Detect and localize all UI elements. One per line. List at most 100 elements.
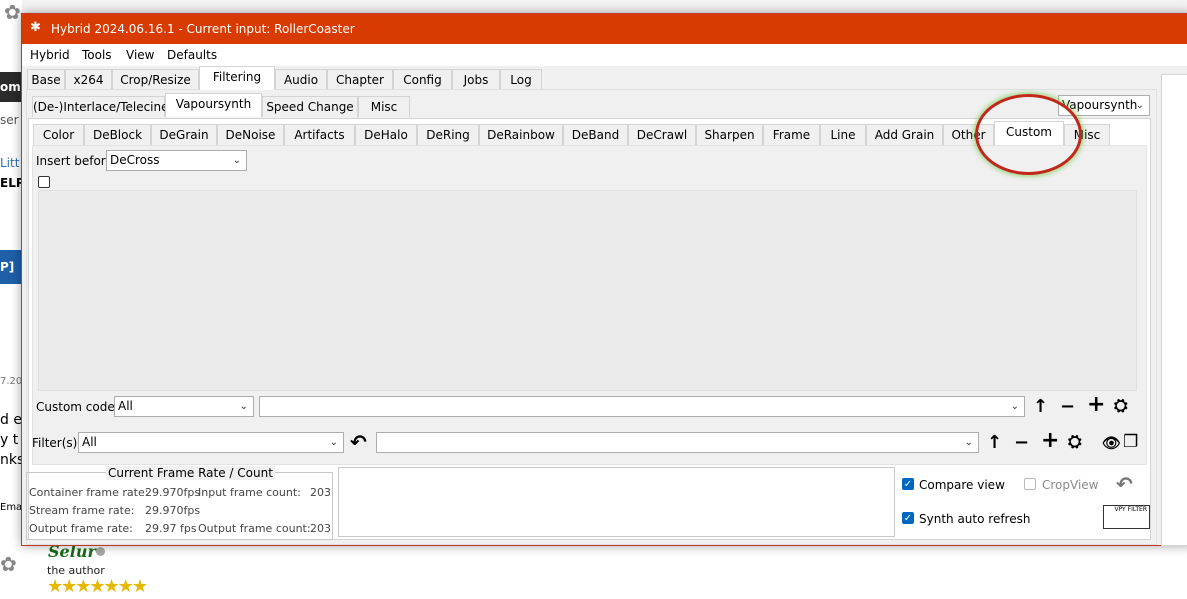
output-frame-rate-value: 29.97 fps: [145, 522, 197, 535]
tab-color[interactable]: Color: [33, 124, 84, 145]
filter-settings-icon[interactable]: ⛭: [1114, 396, 1128, 416]
tab-sub-misc[interactable]: Misc: [358, 96, 410, 117]
bg-fragment: P]: [0, 250, 21, 284]
gear-icon: ✱: [30, 20, 41, 35]
synth-auto-refresh-label: Synth auto refresh: [919, 512, 1031, 526]
custom-code-editor[interactable]: [38, 190, 1137, 391]
chevron-down-icon: ⌄: [239, 401, 248, 412]
menu-hybrid[interactable]: Hybrid: [30, 48, 70, 62]
bg-fragment: ome: [0, 72, 21, 102]
chevron-down-icon: ⌄: [964, 437, 973, 448]
tab-dehalo[interactable]: DeHalo: [355, 124, 417, 145]
frame-rate-title: Current Frame Rate / Count: [106, 466, 275, 480]
chevron-down-icon: ⌄: [1010, 401, 1019, 412]
tab-decrawl[interactable]: DeCrawl: [628, 124, 696, 145]
tab-sharpen[interactable]: Sharpen: [696, 124, 763, 145]
chevron-down-icon: ⌄: [1135, 100, 1144, 111]
crop-view-label: CropView: [1042, 478, 1099, 492]
insert-before-label: Insert before: [36, 154, 113, 168]
output-frame-rate-label: Output frame rate:: [29, 522, 133, 535]
tab-crop-resize[interactable]: Crop/Resize: [112, 69, 199, 90]
add-icon[interactable]: +: [1041, 430, 1059, 452]
tab-base[interactable]: Base: [27, 69, 65, 90]
window-title: Hybrid 2024.06.16.1 - Current input: Rol…: [51, 22, 355, 36]
stream-frame-rate-value: 29.970fps: [145, 504, 201, 517]
rating-stars-icon: ★★★★★★★: [47, 576, 148, 597]
tab-deinterlace-telecine[interactable]: (De-)Interlace/Telecine: [32, 96, 169, 117]
tab-audio[interactable]: Audio: [275, 69, 327, 90]
reset-icon[interactable]: ↶: [1116, 474, 1133, 494]
filters-text-select[interactable]: ⌄: [376, 432, 979, 453]
tab-frame[interactable]: Frame: [763, 124, 820, 145]
tab-speed-change[interactable]: Speed Change: [262, 96, 358, 117]
tab-deblock[interactable]: DeBlock: [84, 124, 151, 145]
tab-artifacts[interactable]: Artifacts: [284, 124, 355, 145]
vpy-filter-logo-text: VPY FILTER: [1114, 506, 1147, 513]
filters-value: All: [82, 435, 97, 449]
output-frame-count-value: 203: [310, 522, 331, 535]
custom-code-label: Custom code:: [36, 400, 119, 414]
engine-select-value: Vapoursynth: [1062, 98, 1138, 112]
tab-line[interactable]: Line: [820, 124, 866, 145]
tab-custom[interactable]: Custom: [994, 121, 1064, 145]
tab-filtering[interactable]: Filtering: [199, 66, 275, 90]
tab-vapoursynth[interactable]: Vapoursynth: [165, 93, 262, 117]
bg-fragment: ELP]: [0, 176, 21, 190]
bg-fragment: Emai: [0, 502, 21, 513]
forum-logo-icon: ✿: [4, 0, 21, 24]
bg-fragment: 7.202: [0, 376, 21, 387]
compare-view-checkbox[interactable]: ✓: [902, 478, 914, 490]
tab-jobs[interactable]: Jobs: [452, 69, 500, 90]
menu-defaults[interactable]: Defaults: [167, 48, 217, 62]
input-frame-count-value: 203: [310, 486, 331, 499]
tab-x264[interactable]: x264: [65, 69, 112, 90]
vpy-filter-logo[interactable]: VPY FILTER: [1103, 505, 1150, 529]
tab-chapter[interactable]: Chapter: [327, 69, 393, 90]
crop-view-checkbox[interactable]: [1024, 478, 1036, 490]
filter-settings-icon[interactable]: ⛭: [1068, 432, 1082, 452]
tab-degrain[interactable]: DeGrain: [151, 124, 217, 145]
remove-icon[interactable]: −: [1014, 433, 1029, 453]
custom-code-value: All: [118, 399, 133, 413]
eye-icon[interactable]: 👁: [1102, 433, 1121, 453]
synth-auto-refresh-checkbox[interactable]: ✓: [902, 512, 914, 524]
bg-fragment: Litt: [0, 156, 20, 170]
tab-log[interactable]: Log: [500, 69, 542, 90]
forum-post-area: [0, 544, 1187, 599]
compare-view-label: Compare view: [919, 478, 1005, 492]
remove-icon[interactable]: −: [1060, 397, 1075, 417]
tab-dering[interactable]: DeRing: [417, 124, 479, 145]
tab-derainbow[interactable]: DeRainbow: [479, 124, 563, 145]
input-frame-count-label: Input frame count:: [198, 486, 301, 499]
stream-frame-rate-label: Stream frame rate:: [29, 504, 135, 517]
chevron-down-icon: ⌄: [232, 155, 241, 166]
move-up-icon[interactable]: ↑: [987, 433, 1002, 453]
insert-before-select[interactable]: DeCross ⌄: [106, 150, 247, 171]
output-frame-count-label: Output frame count:: [198, 522, 311, 535]
forum-avatar-icon: ✿: [0, 552, 17, 576]
move-up-icon[interactable]: ↑: [1033, 397, 1048, 417]
chevron-down-icon: ⌄: [329, 437, 338, 448]
tab-config[interactable]: Config: [393, 69, 452, 90]
tab-deband[interactable]: DeBand: [563, 124, 628, 145]
bg-fragment: ser: [0, 113, 19, 127]
insert-before-value: DeCross: [110, 153, 160, 167]
container-frame-rate-label: Container frame rate:: [29, 486, 149, 499]
custom-code-text-select[interactable]: ⌄: [259, 396, 1025, 417]
hybrid-window: ✱ Hybrid 2024.06.16.1 - Current input: R…: [21, 13, 1187, 546]
filters-label: Filter(s):: [32, 436, 82, 450]
custom-code-select[interactable]: All ⌄: [114, 396, 254, 417]
tab-add-grain[interactable]: Add Grain: [866, 124, 943, 145]
info-text-area[interactable]: [338, 467, 895, 537]
menu-view[interactable]: View: [126, 48, 154, 62]
custom-enable-checkbox[interactable]: [38, 176, 50, 188]
copy-icon[interactable]: ❐: [1123, 432, 1138, 452]
tab-denoise[interactable]: DeNoise: [217, 124, 284, 145]
filters-select[interactable]: All ⌄: [78, 432, 344, 453]
undo-icon[interactable]: ↶: [350, 432, 367, 452]
container-frame-rate-value: 29.970fps: [145, 486, 201, 499]
bg-fragment: nks: [0, 452, 21, 468]
menu-tools[interactable]: Tools: [82, 48, 112, 62]
add-icon[interactable]: +: [1087, 394, 1105, 416]
title-bar[interactable]: ✱ Hybrid 2024.06.16.1 - Current input: R…: [22, 14, 1187, 44]
